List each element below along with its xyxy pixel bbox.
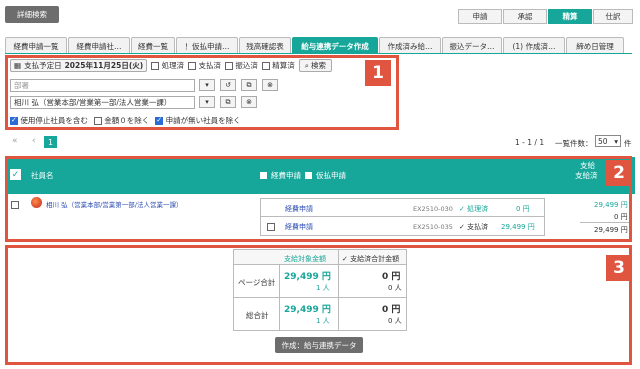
- mode-approval[interactable]: 承認: [503, 9, 547, 24]
- summary-paid-amount: 0 円: [382, 305, 401, 315]
- summary-label: ページ合計: [238, 278, 276, 287]
- detail-search-button[interactable]: 詳細検索: [5, 6, 59, 23]
- tab-closing-date[interactable]: 締め日管理: [566, 37, 624, 54]
- create-payroll-button[interactable]: 作成：給与連携データ: [275, 337, 363, 353]
- tab-created-1[interactable]: (1) 作成済…: [503, 37, 565, 54]
- highlight-box-2: [5, 156, 632, 242]
- mode-application[interactable]: 申請: [458, 9, 502, 24]
- summary-target-amount: 29,499 円: [284, 305, 331, 315]
- highlight-box-1: [5, 55, 399, 130]
- tab-expense-list[interactable]: 経費申請一覧: [5, 37, 67, 54]
- summary-row: 総合計 29,499 円 1 人 0 円 0 人: [234, 298, 406, 331]
- tab-transfer-data[interactable]: 振込データ…: [442, 37, 502, 54]
- tab-advance-list[interactable]: ！仮払申請…: [176, 37, 238, 54]
- pager-prev[interactable]: ‹: [32, 136, 36, 146]
- summary-target-people: 1 人: [316, 284, 330, 292]
- summary-paid-people: 0 人: [388, 317, 402, 325]
- pager-current[interactable]: 1: [44, 136, 57, 148]
- summary-col-paid: ✓ 支給済合計金額: [342, 255, 400, 263]
- per-page-label: 一覧件数：: [555, 139, 593, 148]
- badge-1: 1: [365, 60, 391, 86]
- summary-paid-amount: 0 円: [382, 272, 401, 282]
- badge-3: 3: [606, 255, 632, 281]
- tab-payroll-data[interactable]: 給与連携データ作成: [292, 37, 378, 54]
- per-page-unit: 件: [624, 139, 632, 148]
- tab-expense-items[interactable]: 経費一覧: [131, 37, 175, 54]
- mode-journal[interactable]: 仕訳: [593, 9, 633, 24]
- summary-target-people: 1 人: [316, 317, 330, 325]
- summary-col-divider: [279, 265, 280, 331]
- mode-settlement[interactable]: 精算: [548, 9, 592, 24]
- summary-target-amount: 29,499 円: [284, 272, 331, 282]
- summary-row: ページ合計 29,499 円 1 人 0 円 0 人: [234, 265, 406, 298]
- pager-first[interactable]: «: [12, 136, 18, 146]
- summary-label: 総合計: [246, 311, 269, 320]
- badge-2: 2: [606, 160, 632, 186]
- tab-created-payroll[interactable]: 作成済み給…: [379, 37, 441, 54]
- tab-expense-employee[interactable]: 経費申請社…: [68, 37, 130, 54]
- summary-table: 支給対象金額 ✓ 支給済合計金額 ページ合計 29,499 円 1 人 0 円 …: [233, 249, 407, 331]
- summary-paid-people: 0 人: [388, 284, 402, 292]
- tab-divider: [5, 53, 632, 54]
- summary-col-divider: [338, 250, 339, 331]
- summary-col-target: 支給対象金額: [284, 255, 326, 263]
- per-page-select[interactable]: 50 ▾: [595, 135, 621, 147]
- pager-range: 1 - 1 / 1: [515, 138, 545, 147]
- tab-balance[interactable]: 残高確認表: [239, 37, 291, 54]
- chevron-down-icon: ▾: [614, 136, 618, 146]
